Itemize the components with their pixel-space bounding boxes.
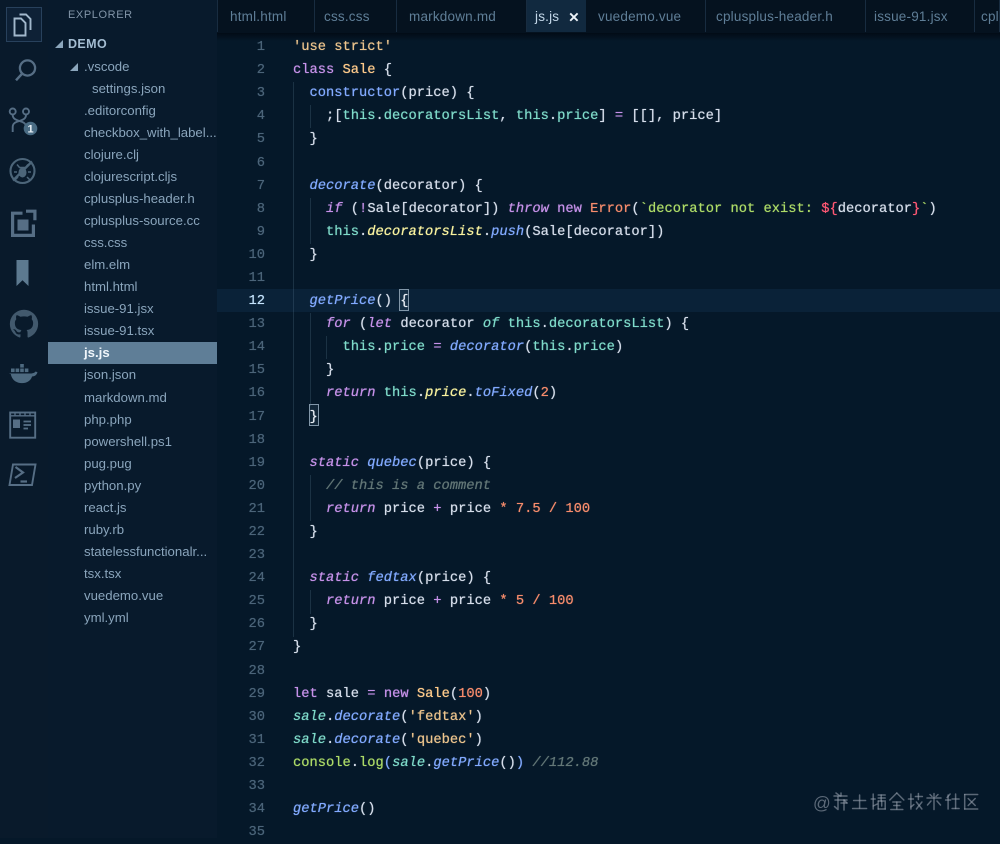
svg-text:@: @	[813, 793, 831, 813]
svg-text:1: 1	[27, 124, 33, 136]
